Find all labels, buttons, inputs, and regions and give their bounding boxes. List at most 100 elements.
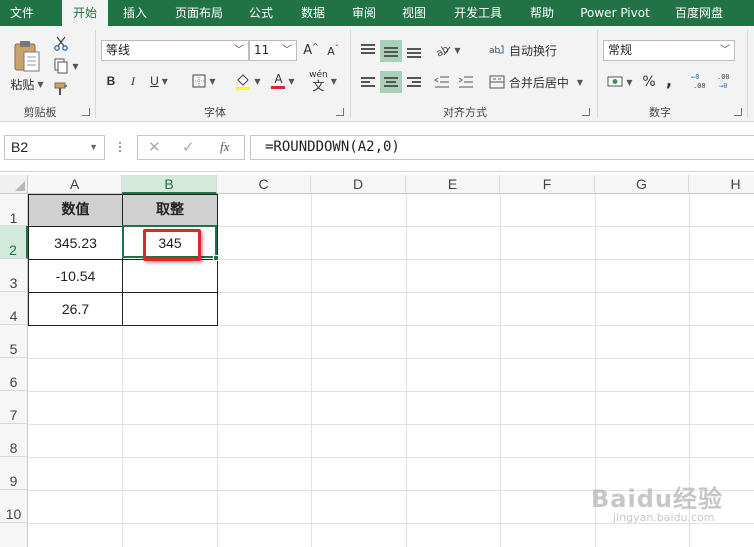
tab-file[interactable]: 文件: [0, 0, 44, 26]
ribbon-tab-bar: 文件 开始 插入 页面布局 公式 数据 审阅 视图 开发工具 帮助 Power …: [0, 0, 754, 26]
worksheet-grid[interactable]: A B C D E F G H 1 2 3 4 5 6 7 8 9 10 数值 …: [0, 172, 754, 547]
wrap-text-button[interactable]: ab 自动换行: [487, 40, 559, 60]
name-box-value: B2: [11, 139, 29, 155]
tab-power-pivot[interactable]: Power Pivot: [574, 0, 656, 26]
row-header-9[interactable]: 9: [0, 457, 28, 490]
column-header-c[interactable]: C: [217, 175, 311, 194]
row-header-2[interactable]: 2: [0, 226, 28, 259]
clipboard-launcher-icon[interactable]: [82, 108, 90, 116]
cut-button[interactable]: [52, 34, 70, 52]
row-header-7[interactable]: 7: [0, 391, 28, 424]
select-all-button[interactable]: [0, 175, 28, 194]
comma-style-button[interactable]: ,: [662, 70, 676, 90]
borders-button[interactable]: ▼: [188, 72, 220, 90]
merge-center-button[interactable]: 合并后居中 ▼: [487, 72, 585, 92]
align-left-button[interactable]: [358, 72, 378, 92]
tab-formulas[interactable]: 公式: [240, 0, 282, 26]
check-icon[interactable]: ✓: [182, 138, 195, 156]
font-name-select[interactable]: 等线 ﹀: [101, 40, 249, 61]
borders-icon: [192, 74, 206, 88]
formula-input[interactable]: =ROUNDDOWN(A2,0): [250, 135, 754, 160]
font-size-select[interactable]: 11 ﹀: [249, 40, 297, 61]
column-header-a[interactable]: A: [28, 175, 122, 194]
accounting-format-button[interactable]: ▼: [605, 72, 635, 92]
fill-color-button[interactable]: ▼: [232, 70, 264, 92]
resize-handle-icon[interactable]: [119, 142, 122, 154]
align-center-icon: [384, 76, 398, 88]
fill-handle[interactable]: [213, 255, 219, 261]
orientation-button[interactable]: ab ▼: [432, 40, 464, 60]
chevron-down-icon: ▼: [254, 76, 261, 86]
tab-review[interactable]: 审阅: [344, 0, 384, 26]
tab-insert[interactable]: 插入: [112, 0, 158, 26]
row-header-1[interactable]: 1: [0, 194, 28, 226]
column-header-f[interactable]: F: [500, 175, 595, 194]
row-header-10[interactable]: 10: [0, 490, 28, 523]
increase-decimal-button[interactable]: ←0 .00: [690, 70, 712, 92]
column-header-h[interactable]: H: [689, 175, 754, 194]
phonetic-guide-button[interactable]: wén 文 ▼: [306, 68, 340, 94]
align-center-button[interactable]: [380, 71, 402, 93]
middle-align-button[interactable]: [380, 40, 402, 62]
alignment-launcher-icon[interactable]: [582, 108, 590, 116]
decrease-decimal-button[interactable]: .00 →0: [716, 70, 738, 92]
increase-indent-button[interactable]: [456, 72, 476, 92]
paint-bucket-icon: [236, 74, 251, 90]
align-left-icon: [361, 76, 375, 88]
align-right-icon: [407, 76, 421, 88]
tab-page-layout[interactable]: 页面布局: [168, 0, 230, 26]
row-header-4[interactable]: 4: [0, 292, 28, 325]
decrease-indent-button[interactable]: [432, 72, 452, 92]
row-header-8[interactable]: 8: [0, 424, 28, 457]
decrease-indent-icon: [434, 76, 449, 88]
row-header-6[interactable]: 6: [0, 358, 28, 391]
row-header-3[interactable]: 3: [0, 259, 28, 292]
underline-button[interactable]: U ▼: [145, 72, 173, 90]
ribbon-home: 粘贴 ▼ ▼ 剪贴板 等线 ﹀ 11 ﹀ A ^ Aˇ B I U ▼ ▼ ▼ …: [0, 26, 754, 122]
tab-baidu-netdisk[interactable]: 百度网盘: [668, 0, 730, 26]
name-box[interactable]: B2 ▼: [4, 135, 105, 160]
number-format-value: 常规: [608, 43, 633, 57]
font-color-swatch: A: [271, 73, 286, 89]
align-middle-icon: [384, 45, 398, 57]
insert-function-button[interactable]: fx: [220, 139, 229, 155]
caret-down-icon: ˇ: [334, 43, 339, 53]
paste-label[interactable]: 粘贴 ▼: [10, 76, 44, 92]
tab-developer[interactable]: 开发工具: [446, 0, 510, 26]
tab-view[interactable]: 视图: [394, 0, 434, 26]
tab-help[interactable]: 帮助: [522, 0, 562, 26]
italic-button[interactable]: I: [125, 72, 141, 90]
tab-data[interactable]: 数据: [290, 0, 336, 26]
font-color-button[interactable]: A ▼: [268, 70, 298, 92]
cancel-icon[interactable]: ✕: [148, 138, 161, 156]
gridline: [28, 358, 754, 359]
gridline: [28, 391, 754, 392]
row-header-5[interactable]: 5: [0, 325, 28, 358]
gridline: [28, 424, 754, 425]
column-header-g[interactable]: G: [595, 175, 689, 194]
tab-home[interactable]: 开始: [62, 0, 108, 26]
wrap-text-icon: ab: [489, 45, 504, 56]
align-right-button[interactable]: [404, 72, 424, 92]
paste-button[interactable]: [10, 34, 44, 78]
column-header-d[interactable]: D: [311, 175, 406, 194]
decrease-font-size-button[interactable]: Aˇ: [324, 43, 342, 59]
row-header-11[interactable]: [0, 523, 28, 547]
format-painter-button[interactable]: [52, 80, 70, 98]
font-size-value: 11: [254, 43, 270, 57]
number-format-select[interactable]: 常规 ﹀: [603, 40, 735, 61]
percent-style-button[interactable]: %: [640, 72, 658, 92]
copy-button[interactable]: ▼: [52, 57, 80, 75]
bottom-align-button[interactable]: [404, 40, 424, 60]
column-header-b[interactable]: B: [122, 175, 217, 194]
svg-text:ab: ab: [489, 46, 501, 56]
number-launcher-icon[interactable]: [734, 108, 742, 116]
increase-font-size-button[interactable]: A ^: [302, 41, 320, 59]
font-color-bar: [271, 86, 286, 89]
font-launcher-icon[interactable]: [336, 108, 344, 116]
column-header-e[interactable]: E: [406, 175, 500, 194]
bold-button[interactable]: B: [103, 72, 119, 90]
paste-text: 粘贴: [10, 77, 35, 92]
top-align-button[interactable]: [358, 40, 378, 60]
decrease-decimal-icon: .00 →0: [717, 73, 730, 90]
